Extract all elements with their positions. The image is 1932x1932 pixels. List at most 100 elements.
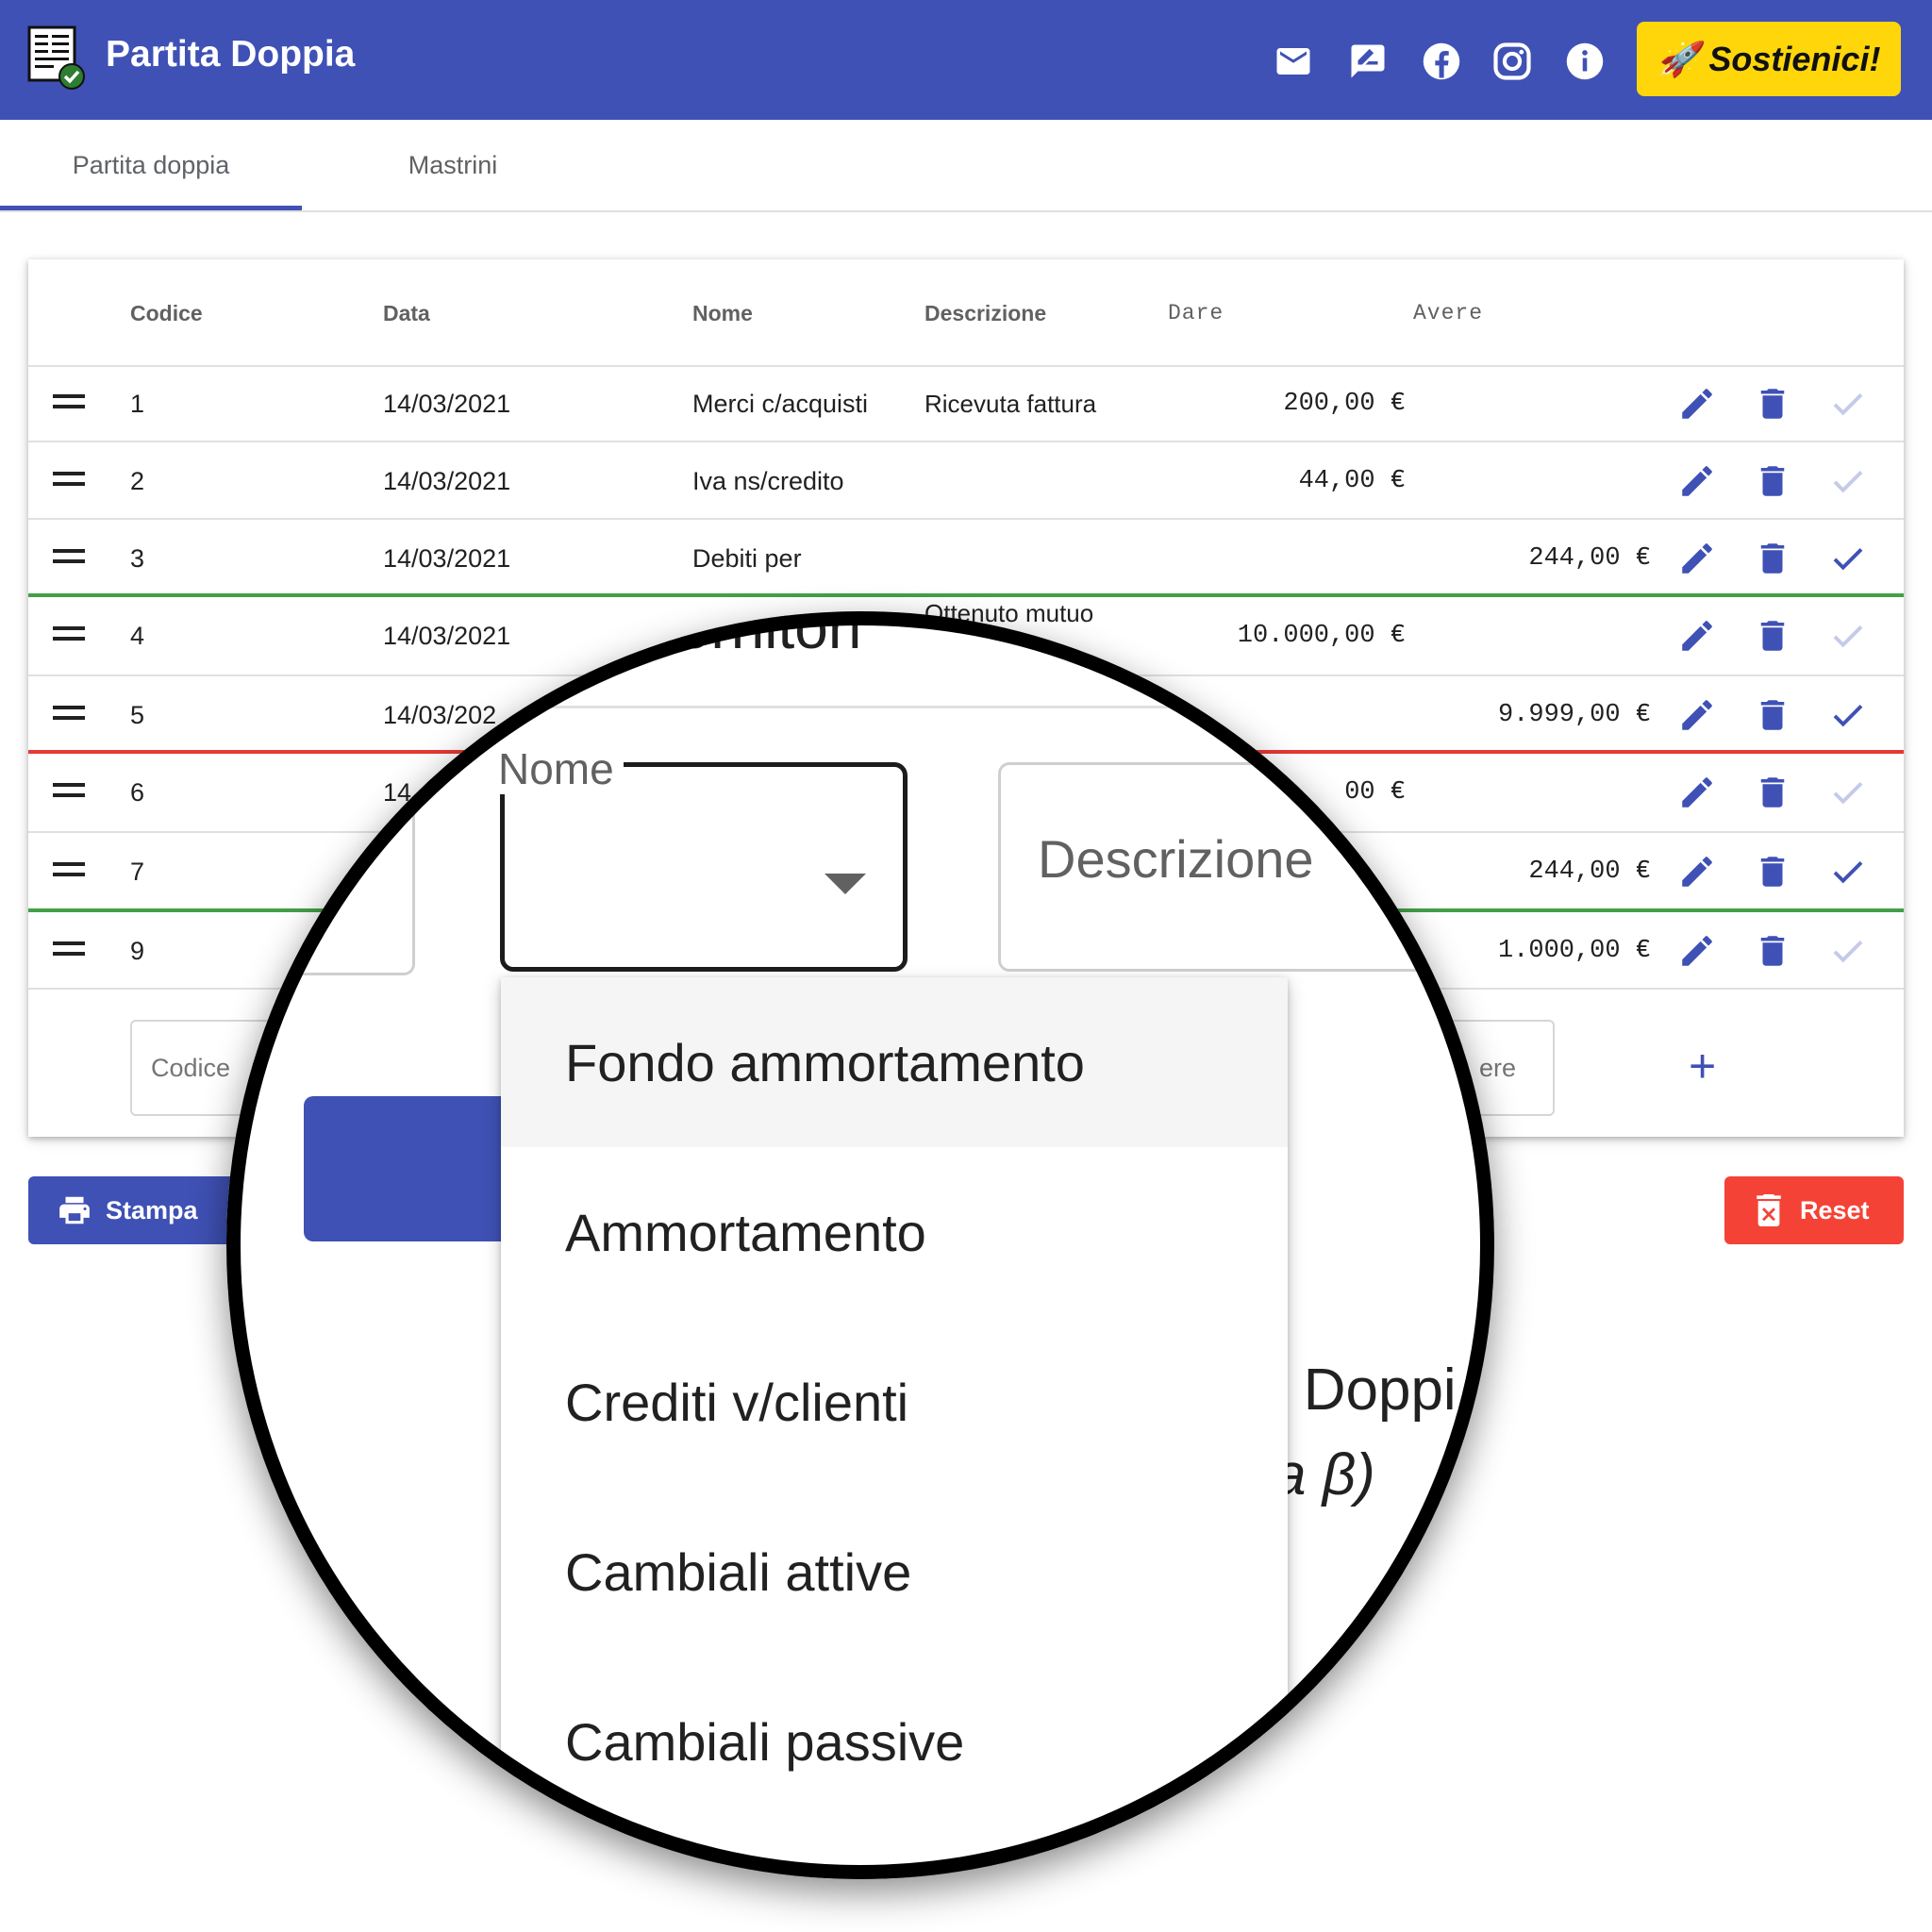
edit-icon[interactable]	[1677, 384, 1717, 424]
delete-icon[interactable]	[1753, 461, 1792, 501]
tab-mastrini[interactable]: Mastrini	[302, 120, 604, 210]
edit-icon[interactable]	[1677, 539, 1717, 578]
tab-bar: Partita doppia Mastrini	[0, 120, 1932, 212]
option-cambiali-passive[interactable]: Cambiali passive	[501, 1657, 1288, 1826]
zoomed-row-fragment: fornitori	[660, 611, 862, 661]
zoomed-data-field[interactable]	[226, 753, 415, 975]
delete-icon[interactable]	[1753, 931, 1792, 971]
cell-avere: 244,00 €	[1528, 544, 1651, 573]
reset-button[interactable]: Reset	[1724, 1176, 1904, 1244]
app-bar: Partita Doppia 🚀 Sostienici!	[0, 0, 1932, 120]
check-icon[interactable]	[1828, 852, 1868, 891]
cell-descrizione: Ricevuta fattura	[924, 389, 1097, 418]
app-title: Partita Doppia	[106, 34, 356, 75]
cell-nome: Iva ns/credito	[692, 466, 844, 495]
nome-select-label: Nome	[489, 743, 624, 794]
drag-handle-icon[interactable]	[53, 394, 85, 411]
option-crediti-v-clienti[interactable]: Crediti v/clienti	[501, 1317, 1288, 1487]
delete-icon[interactable]	[1753, 616, 1792, 656]
reset-label: Reset	[1800, 1195, 1870, 1224]
edit-icon[interactable]	[1677, 616, 1717, 656]
feedback-icon[interactable]	[1348, 42, 1388, 81]
cell-codice: 6	[130, 777, 145, 807]
ledger-logo-icon	[27, 25, 85, 90]
delete-icon[interactable]	[1753, 384, 1792, 424]
rocket-icon: 🚀	[1657, 39, 1700, 78]
support-button[interactable]: 🚀 Sostienici!	[1637, 22, 1901, 96]
edit-icon[interactable]	[1677, 852, 1717, 891]
cell-codice: 9	[130, 936, 145, 965]
cell-codice: 3	[130, 543, 145, 573]
edit-icon[interactable]	[1677, 461, 1717, 501]
cell-codice: 1	[130, 389, 145, 418]
header-data: Data	[383, 301, 430, 325]
mail-icon[interactable]	[1274, 42, 1313, 81]
zoomed-import-button[interactable]	[304, 1096, 530, 1241]
check-icon[interactable]	[1828, 616, 1868, 656]
codice-input-placeholder[interactable]: Codice	[151, 1054, 230, 1083]
cell-avere	[1358, 365, 1651, 442]
header-codice: Codice	[130, 301, 203, 325]
check-icon[interactable]	[1828, 931, 1868, 971]
drag-handle-icon[interactable]	[53, 862, 85, 879]
cell-avere	[1358, 442, 1651, 520]
support-label: Sostienici!	[1708, 39, 1881, 78]
dropdown-caret-icon[interactable]	[824, 874, 866, 894]
cell-nome: Debiti per	[692, 543, 802, 573]
table-row: 2 14/03/2021 Iva ns/credito 44,00 €	[28, 442, 1904, 520]
instagram-icon[interactable]	[1492, 42, 1532, 81]
active-tab-indicator	[0, 206, 302, 210]
drag-handle-icon[interactable]	[53, 783, 85, 800]
edit-icon[interactable]	[1677, 773, 1717, 812]
drag-handle-icon[interactable]	[53, 549, 85, 566]
facebook-icon[interactable]	[1422, 42, 1461, 81]
drag-handle-icon[interactable]	[53, 626, 85, 643]
avere-input-placeholder[interactable]: ere	[1479, 1054, 1516, 1083]
cell-codice: 5	[130, 700, 145, 729]
cell-codice: 2	[130, 466, 145, 495]
edit-icon[interactable]	[1677, 931, 1717, 971]
delete-icon[interactable]	[1753, 852, 1792, 891]
cell-avere	[1358, 597, 1651, 675]
header-dare: Dare	[1168, 301, 1224, 325]
delete-icon[interactable]	[1753, 539, 1792, 578]
cell-data: 14/03/2021	[383, 621, 511, 650]
option-fondo-ammortamento[interactable]: Fondo ammortamento	[501, 977, 1288, 1147]
info-icon[interactable]	[1565, 42, 1605, 81]
cell-codice: 7	[130, 857, 145, 886]
print-button[interactable]: Stampa	[28, 1176, 245, 1244]
drag-handle-icon[interactable]	[53, 941, 85, 958]
option-ammortamento[interactable]: Ammortamento	[501, 1147, 1288, 1317]
cell-data: 14/03/2021	[383, 543, 511, 573]
print-label: Stampa	[106, 1195, 198, 1224]
zoomed-divider	[226, 706, 1494, 708]
nome-dropdown-menu: Fondo ammortamento Ammortamento Crediti …	[501, 977, 1288, 1879]
option-cambiali-attive[interactable]: Cambiali attive	[501, 1487, 1288, 1657]
edit-icon[interactable]	[1677, 695, 1717, 735]
printer-icon	[59, 1196, 90, 1224]
header-avere: Avere	[1413, 301, 1484, 325]
check-icon[interactable]	[1828, 461, 1868, 501]
table-row: 1 14/03/2021 Merci c/acquisti Ricevuta fatt…	[28, 365, 1904, 442]
cell-nome: Merci c/acquisti	[692, 389, 869, 418]
delete-forever-icon	[1757, 1194, 1781, 1226]
descrizione-placeholder: Descrizione	[1038, 829, 1314, 889]
check-icon[interactable]	[1828, 773, 1868, 812]
zoomed-background-text-2: a β)	[1274, 1442, 1375, 1507]
add-row-button[interactable]: +	[1689, 1042, 1716, 1090]
header-nome: Nome	[692, 301, 753, 325]
magnifier-lens: fornitori Nome Descrizione a Doppi a β) …	[226, 611, 1494, 1879]
check-icon[interactable]	[1828, 539, 1868, 578]
delete-icon[interactable]	[1753, 695, 1792, 735]
cell-data: 14/03/2021	[383, 389, 511, 418]
cell-data: 14/03/2021	[383, 466, 511, 495]
cell-avere: 9.999,00 €	[1497, 701, 1651, 729]
delete-icon[interactable]	[1753, 773, 1792, 812]
cell-codice: 4	[130, 621, 145, 650]
drag-handle-icon[interactable]	[53, 472, 85, 489]
check-icon[interactable]	[1828, 384, 1868, 424]
header-descrizione: Descrizione	[924, 301, 1047, 325]
drag-handle-icon[interactable]	[53, 706, 85, 723]
tab-partita-doppia[interactable]: Partita doppia	[0, 120, 302, 210]
check-icon[interactable]	[1828, 695, 1868, 735]
